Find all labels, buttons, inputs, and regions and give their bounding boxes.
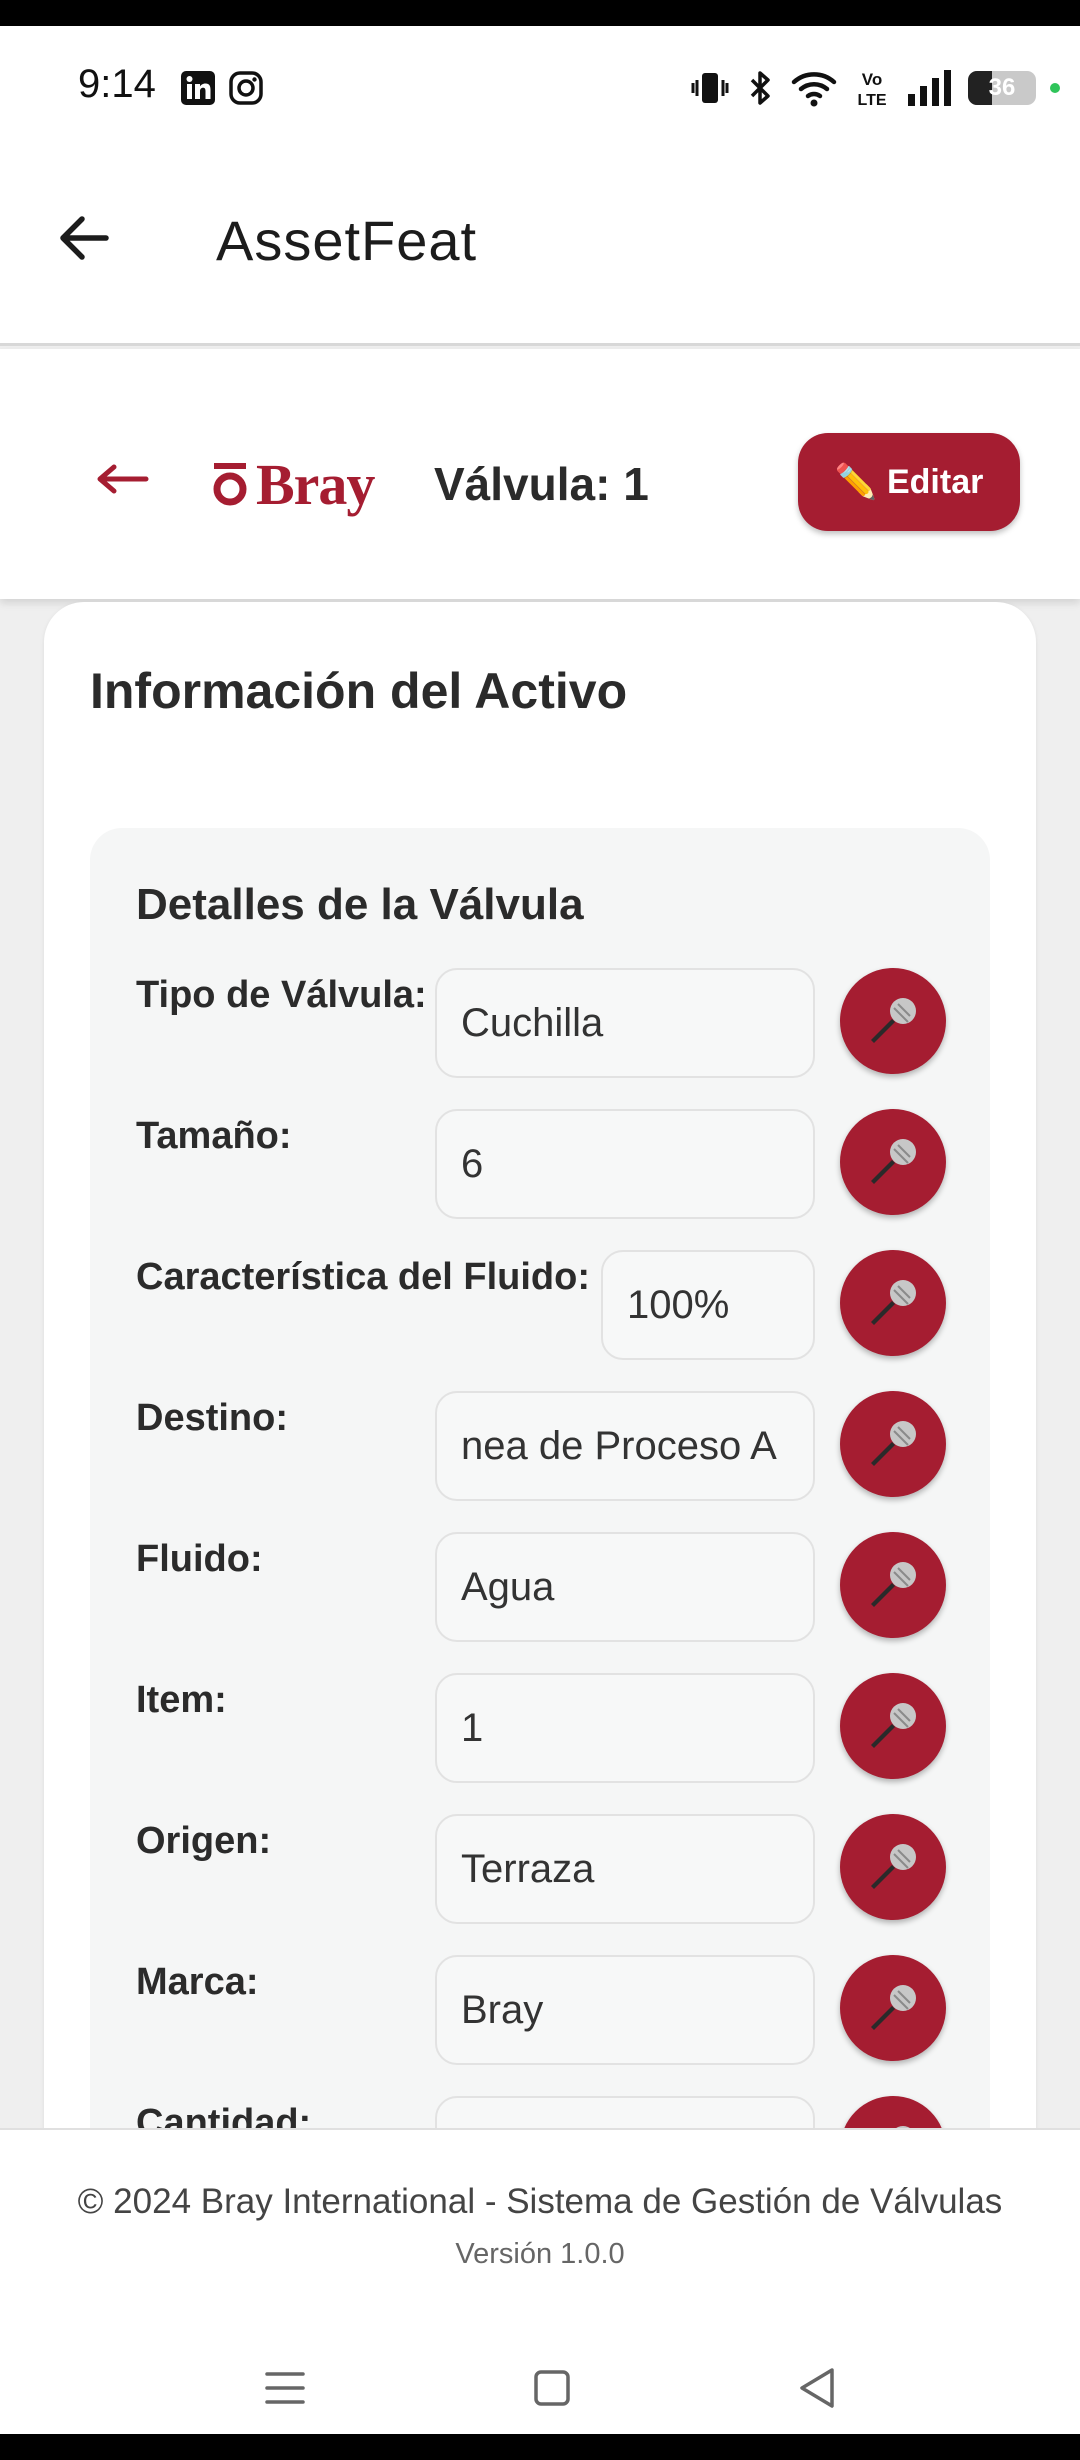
- microphone-icon: [871, 1280, 916, 1325]
- field-label: Característica del Fluido:: [136, 1256, 591, 1298]
- field-tamano: Tamaño: 6: [90, 1109, 990, 1219]
- volte-icon: Vo LTE: [857, 70, 886, 109]
- tipo-valvula-mic-button[interactable]: [840, 968, 946, 1074]
- svg-text:LTE: LTE: [857, 92, 886, 109]
- origen-mic-button[interactable]: [840, 1814, 946, 1920]
- fluido-input[interactable]: Agua: [435, 1532, 815, 1642]
- destino-mic-button[interactable]: [840, 1391, 946, 1497]
- field-caracteristica-fluido: Característica del Fluido: 100%: [90, 1250, 990, 1360]
- card-title: Información del Activo: [90, 663, 628, 719]
- recent-apps-icon[interactable]: [253, 2356, 317, 2420]
- microphone-icon: [871, 1703, 916, 1748]
- pencil-icon: ✏️: [834, 463, 877, 501]
- tamano-input[interactable]: 6: [435, 1109, 815, 1219]
- bluetooth-icon: [750, 71, 770, 105]
- tipo-valvula-input[interactable]: Cuchilla: [435, 968, 815, 1078]
- microphone-icon: [871, 1844, 916, 1889]
- status-bar: 9:14 Vo LTE 36: [0, 26, 1080, 146]
- field-label: Marca:: [136, 1961, 259, 2003]
- field-destino: Destino: nea de Proceso A: [90, 1391, 990, 1501]
- microphone-icon: [871, 1562, 916, 1607]
- status-time: 9:14: [78, 62, 156, 106]
- valve-details-section: Detalles de la Válvula Tipo de Válvula: …: [90, 828, 990, 2228]
- footer-copyright: © 2024 Bray International - Sistema de G…: [77, 2182, 1003, 2221]
- caracteristica-fluido-mic-button[interactable]: [840, 1250, 946, 1356]
- caracteristica-fluido-input[interactable]: 100%: [601, 1250, 815, 1360]
- battery-icon: 36: [968, 71, 1036, 105]
- asset-info-card: Información del Activo Detalles de la Vá…: [44, 602, 1036, 2228]
- destino-input[interactable]: nea de Proceso A: [435, 1391, 815, 1501]
- valve-title: Válvula: 1: [434, 458, 649, 510]
- field-label: Tamaño:: [136, 1115, 292, 1157]
- microphone-icon: [871, 1985, 916, 2030]
- bray-logo-mark-icon: [213, 463, 247, 506]
- fluido-mic-button[interactable]: [840, 1532, 946, 1638]
- system-nav-bar: [0, 2340, 1080, 2434]
- wifi-icon: [791, 72, 837, 107]
- origen-input[interactable]: Terraza: [435, 1814, 815, 1924]
- item-mic-button[interactable]: [840, 1673, 946, 1779]
- field-label: Destino:: [136, 1397, 288, 1439]
- battery-text: 36: [988, 74, 1016, 101]
- field-label: Origen:: [136, 1820, 272, 1862]
- back-triangle-icon[interactable]: [786, 2356, 850, 2420]
- bray-logo: Bray: [212, 451, 375, 517]
- section-title: Detalles de la Válvula: [136, 880, 584, 929]
- privacy-indicator-icon: [1050, 83, 1060, 93]
- brand-name: Bray: [256, 451, 375, 517]
- linkedin-icon: [181, 71, 215, 105]
- app-bar: AssetFeat: [0, 146, 1080, 346]
- microphone-icon: [871, 1139, 916, 1184]
- status-icons: Vo LTE 36: [690, 66, 1060, 110]
- svg-text:Vo: Vo: [862, 70, 882, 89]
- marca-mic-button[interactable]: [840, 1955, 946, 2061]
- screen: 9:14 Vo LTE 36 AssetFeat Bray Válvula: 1…: [0, 26, 1080, 2434]
- tamano-mic-button[interactable]: [840, 1109, 946, 1215]
- header-back-arrow-icon[interactable]: [94, 457, 150, 497]
- field-label: Fluido:: [136, 1538, 263, 1580]
- field-origen: Origen: Terraza: [90, 1814, 990, 1924]
- back-arrow-icon[interactable]: [52, 206, 116, 270]
- instagram-icon: [229, 71, 263, 105]
- footer: © 2024 Bray International - Sistema de G…: [0, 2128, 1080, 2434]
- marca-input[interactable]: Bray: [435, 1955, 815, 2065]
- edit-button-label: Editar: [886, 462, 984, 501]
- edit-button[interactable]: ✏️ Editar: [798, 433, 1020, 531]
- home-icon[interactable]: [520, 2356, 584, 2420]
- footer-version: Versión 1.0.0: [455, 2238, 625, 2270]
- vibrate-icon: [691, 73, 729, 103]
- microphone-icon: [871, 1421, 916, 1466]
- field-label: Item:: [136, 1679, 227, 1721]
- field-tipo-valvula: Tipo de Válvula: Cuchilla: [90, 968, 990, 1078]
- microphone-icon: [871, 998, 916, 1043]
- valve-header: Bray Válvula: 1 ✏️ Editar: [0, 349, 1080, 599]
- field-label: Tipo de Válvula:: [136, 974, 427, 1016]
- item-input[interactable]: 1: [435, 1673, 815, 1783]
- field-item: Item: 1: [90, 1673, 990, 1783]
- field-marca: Marca: Bray: [90, 1955, 990, 2065]
- field-fluido: Fluido: Agua: [90, 1532, 990, 1642]
- signal-icon: [908, 70, 951, 106]
- app-title: AssetFeat: [216, 209, 478, 272]
